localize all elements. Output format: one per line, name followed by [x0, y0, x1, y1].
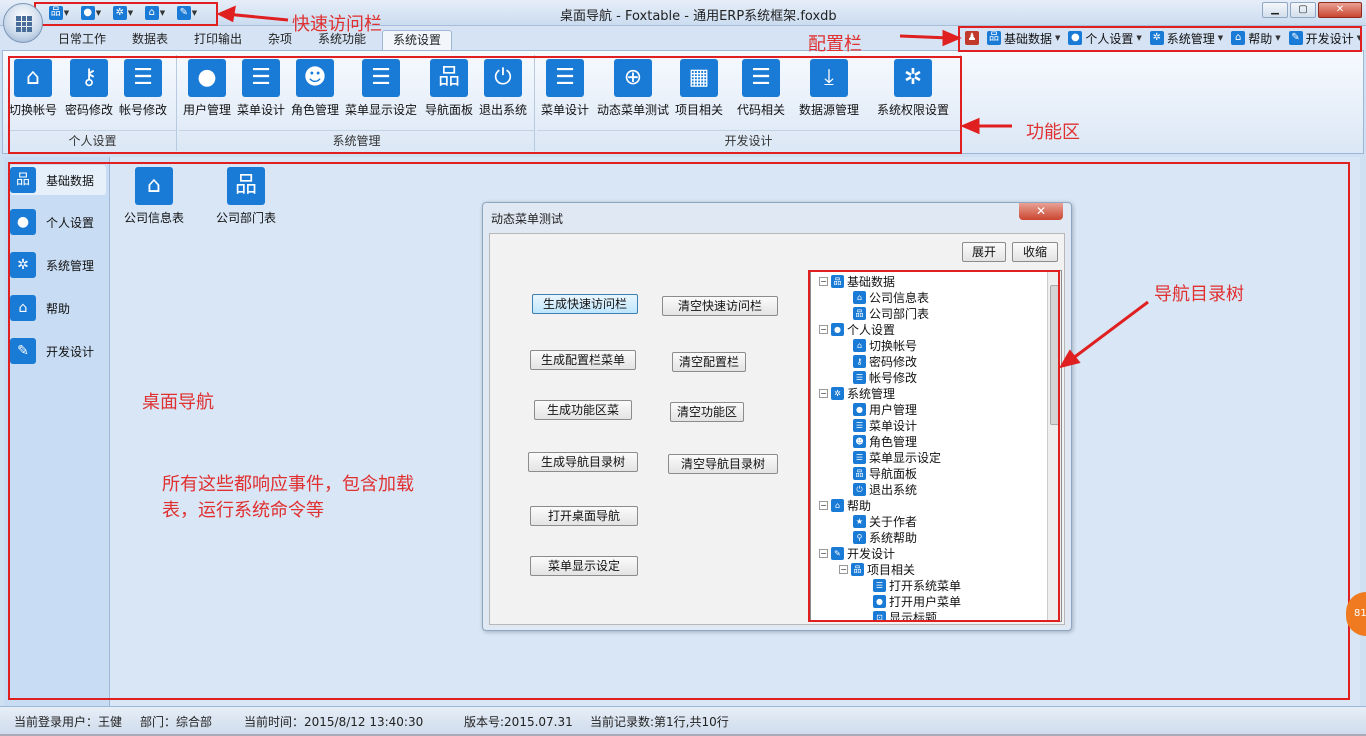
app-grid-icon: [16, 16, 32, 32]
status-user: 当前登录用户：王健: [14, 715, 123, 729]
status-dept: 部门：综合部: [140, 715, 213, 729]
status-time: 当前时间：2015/8/12 13:40:30: [244, 715, 424, 729]
status-version: 版本号:2015.07.31: [464, 715, 573, 729]
status-record: 当前记录数:第1行,共10行: [590, 715, 729, 729]
status-bar: 当前登录用户：王健 部门：综合部 当前时间：2015/8/12 13:40:30…: [0, 706, 1366, 734]
annotation-arrows: [216, 5, 1149, 369]
app-menu-button[interactable]: [3, 3, 43, 43]
